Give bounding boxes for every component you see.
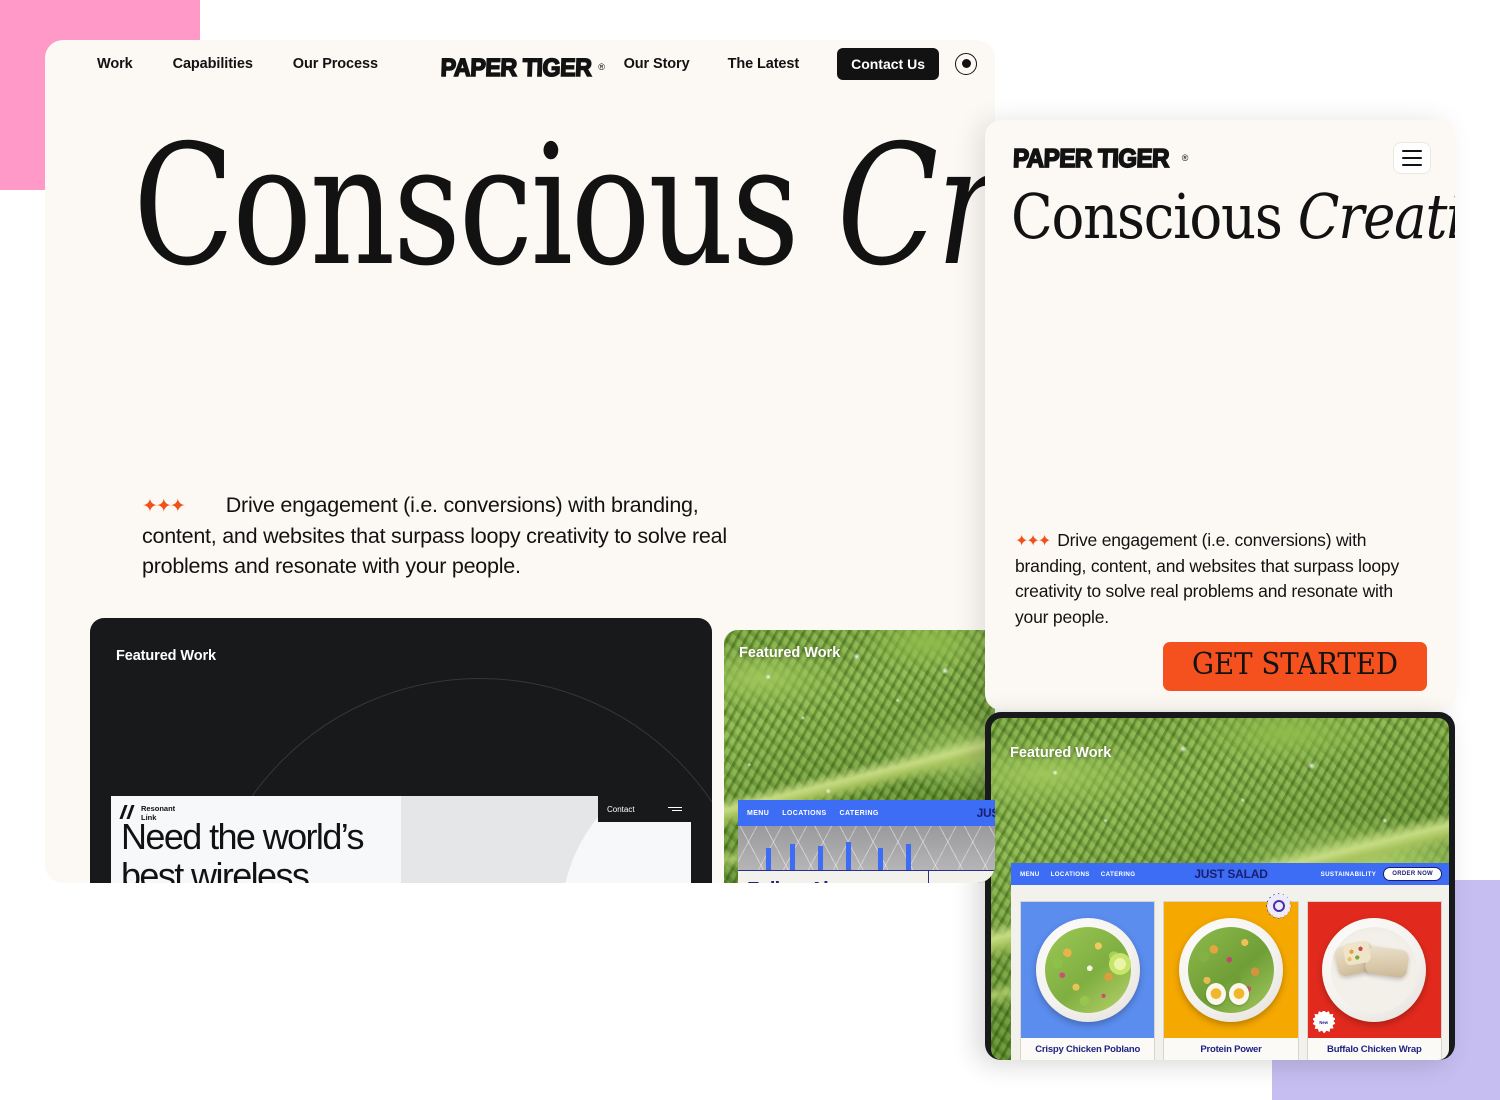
contact-us-button[interactable]: Contact Us [837, 47, 939, 80]
nav-link-our-process[interactable]: Our Process [293, 56, 378, 72]
desktop-navbar: Work Capabilities Our Process PAPER TIGE… [45, 40, 995, 87]
get-started-label: GET STARTED [1191, 647, 1399, 682]
menu-card-image [1164, 893, 1298, 1038]
hamburger-menu-icon[interactable] [1393, 142, 1431, 174]
mobile-mockup-top: PAPER TIGER ® Conscious Creative ✦✦✦Drive… [985, 120, 1455, 710]
menu-card-label: Crispy Chicken Poblano [1035, 1044, 1141, 1055]
registered-trademark-icon: ® [598, 61, 605, 72]
featured-work-kale-card[interactable]: Featured Work MENU LOCATIONS CATERING JU… [724, 630, 995, 883]
target-circle-icon[interactable] [955, 52, 977, 75]
js-nav-catering[interactable]: CATERING [1101, 871, 1136, 878]
wrap-plate-image [1322, 918, 1427, 1022]
menu-card[interactable]: New Buffalo Chicken Wrap [1306, 901, 1442, 1060]
follow-along-block: Follow Along [738, 871, 930, 883]
featured-work-label: Featured Work [739, 645, 841, 661]
desktop-browser-mockup: Work Capabilities Our Process PAPER TIGE… [45, 40, 995, 883]
menu-card-image [1021, 902, 1155, 1038]
just-salad-navbar: MENU LOCATIONS CATERING JUST SALAD [738, 800, 995, 826]
desktop-hero-headline: Conscious Creative [133, 124, 995, 290]
headline-line-1: Need the world’s [121, 816, 364, 857]
js-nav-catering[interactable]: CATERING [840, 810, 879, 817]
resonant-link-contact-bar[interactable]: Contact [598, 796, 691, 822]
just-salad-menu-cards: Crispy Chicken Poblano Protein Power New… [1011, 885, 1449, 1060]
hero-headline-regular: Conscious [1011, 180, 1283, 253]
just-salad-site-preview: MENU LOCATIONS CATERING JUST SALAD Follo… [738, 800, 995, 883]
mobile-featured-work-inner: Featured Work MENU LOCATIONS CATERING JU… [991, 718, 1449, 1060]
mobile-featured-work-card[interactable]: Featured Work MENU LOCATIONS CATERING JU… [985, 712, 1455, 1060]
menu-card-image: New [1307, 902, 1441, 1038]
desktop-nav-links-left: Work Capabilities Our Process [45, 56, 378, 72]
js-nav-menu[interactable]: MENU [1020, 871, 1040, 878]
hamburger-menu-icon[interactable] [668, 806, 682, 812]
nav-link-work[interactable]: Work [97, 56, 133, 72]
js-nav-locations[interactable]: LOCATIONS [1051, 871, 1090, 878]
hero-paragraph-text: Drive engagement (i.e. conversions) with… [1015, 530, 1399, 627]
hero-paragraph-text: Drive engagement (i.e. conversions) with… [142, 493, 727, 579]
menu-card-label: Buffalo Chicken Wrap [1327, 1044, 1422, 1055]
registered-trademark-icon: ® [1181, 153, 1189, 163]
featured-work-label: Featured Work [1010, 745, 1112, 761]
js-nav-menu[interactable]: MENU [747, 810, 769, 817]
mobile-hero-headline: Conscious Creative [1011, 184, 1455, 249]
just-salad-footer: Follow Along [738, 870, 995, 883]
js-nav-sustainability[interactable]: SUSTAINABILITY [1321, 871, 1377, 878]
footer-circles [929, 871, 995, 883]
just-salad-interior-photo [738, 826, 995, 870]
desktop-nav-links-right: Our Story The Latest Contact Us [624, 47, 977, 80]
screenshot-stage: Work Capabilities Our Process PAPER TIGE… [0, 0, 1500, 1100]
mobile-hero-paragraph: ✦✦✦ Drive engagement (i.e. conversions) w… [1015, 528, 1423, 630]
sparkles-icon: ✦✦✦ [1015, 533, 1051, 550]
contact-label: Contact [607, 804, 635, 814]
featured-work-dark-card[interactable]: Featured Work Resonant Link Need the wor… [90, 618, 712, 883]
brand-line-1: Resonant [141, 804, 176, 813]
featured-work-label: Featured Work [116, 648, 216, 664]
resonant-link-headline: Need the world’s best wireless [121, 816, 364, 883]
resonant-link-site-preview: Resonant Link Need the world’s best wire… [111, 796, 691, 883]
follow-along-heading: Follow Along [747, 879, 928, 883]
mobile-navbar: PAPER TIGER ® [985, 120, 1455, 174]
just-salad-site-preview: MENU LOCATIONS CATERING JUST SALAD SUSTA… [1011, 863, 1449, 1060]
salad-plate-image [1035, 918, 1140, 1022]
hero-headline-italic: Creative [1297, 180, 1455, 253]
js-nav-locations[interactable]: LOCATIONS [782, 810, 826, 817]
logo-wordmark[interactable]: PAPER TIGER [1012, 142, 1171, 174]
salad-plate-image [1178, 918, 1283, 1022]
logo-wordmark: PAPER TIGER [440, 53, 593, 83]
just-salad-nav-right: SUSTAINABILITY ORDER NOW [1321, 867, 1442, 881]
hero-headline-italic: Creative [836, 110, 995, 303]
get-started-button[interactable]: GET STARTED [1162, 642, 1427, 691]
desktop-hero-paragraph: ✦✦✦ Drive engagement (i.e. conversions) w… [142, 490, 767, 582]
nav-link-the-latest[interactable]: The Latest [728, 56, 800, 72]
lime-slice-icon [1108, 953, 1131, 976]
award-seal-icon [1265, 893, 1292, 919]
nav-link-capabilities[interactable]: Capabilities [173, 56, 253, 72]
just-salad-navbar: MENU LOCATIONS CATERING JUST SALAD SUSTA… [1011, 863, 1449, 885]
sparkles-icon: ✦✦✦ [142, 496, 186, 517]
new-badge-icon: New [1312, 1010, 1336, 1034]
menu-card-label: Protein Power [1200, 1044, 1262, 1055]
just-salad-brand: JUST SALAD [976, 806, 995, 820]
menu-card[interactable]: Protein Power [1163, 893, 1299, 1060]
nav-link-our-story[interactable]: Our Story [624, 56, 690, 72]
order-now-button[interactable]: ORDER NOW [1383, 867, 1442, 881]
headline-line-2: best wireless [121, 854, 310, 883]
hero-headline-regular: Conscious [133, 110, 800, 303]
menu-card[interactable]: Crispy Chicken Poblano [1020, 901, 1156, 1060]
